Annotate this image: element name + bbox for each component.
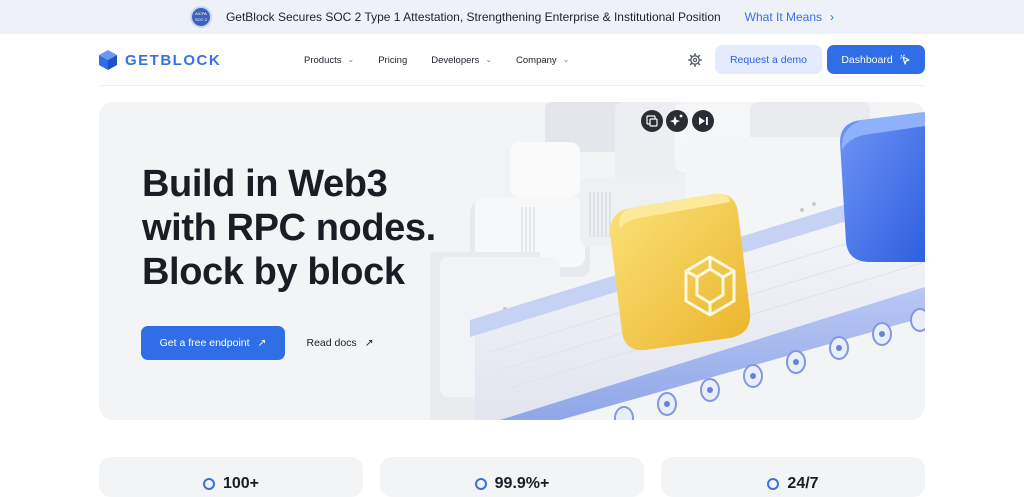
- hero-section: Build in Web3 with RPC nodes. Block by b…: [99, 102, 925, 420]
- nav-company[interactable]: Company ⌄: [516, 55, 569, 66]
- stat-card: 99.9%+: [380, 457, 644, 497]
- soc2-badge-icon: AICPA SOC 2: [189, 6, 212, 28]
- stat-value-row: 24/7: [661, 475, 925, 493]
- media-controls: [641, 110, 714, 132]
- get-free-endpoint-button[interactable]: Get a free endpoint ↗: [141, 326, 285, 360]
- stat-value-row: 99.9%+: [380, 475, 644, 493]
- arrow-up-right-icon: ↗: [257, 337, 267, 349]
- check-circle-icon: [474, 478, 487, 490]
- dashboard-button[interactable]: Dashboard: [827, 45, 925, 74]
- main-nav: Products ⌄ Pricing Developers ⌄ Company …: [304, 40, 593, 80]
- dashboard-label: Dashboard: [841, 53, 893, 66]
- logo[interactable]: GETBLOCK: [99, 50, 221, 70]
- nav-company-label: Company: [516, 54, 557, 66]
- nav-pricing-label: Pricing: [378, 54, 408, 66]
- support-icon: [767, 478, 780, 490]
- chevron-down-icon: ⌄: [562, 54, 570, 64]
- cursor-click-icon: [899, 54, 910, 65]
- get-free-endpoint-label: Get a free endpoint: [159, 337, 250, 349]
- stat-card: 100+: [99, 457, 363, 497]
- nav-developers-label: Developers: [431, 54, 480, 66]
- stat-value: 100+: [222, 475, 260, 492]
- nav-products[interactable]: Products ⌄: [304, 55, 354, 66]
- stat-value: 99.9%+: [494, 475, 550, 492]
- what-it-means-label: What It Means: [744, 10, 823, 24]
- gear-icon[interactable]: [688, 53, 702, 67]
- chevron-right-icon: ›: [830, 10, 835, 24]
- hero-title-line: Build in Web3: [142, 163, 388, 205]
- announcement-bar: AICPA SOC 2 GetBlock Secures SOC 2 Type …: [0, 0, 1024, 34]
- what-it-means-link[interactable]: What It Means ›: [745, 10, 834, 24]
- stat-card: 24/7: [661, 457, 925, 497]
- request-demo-button[interactable]: Request a demo: [715, 45, 822, 74]
- nav-products-label: Products: [304, 54, 342, 66]
- stat-value-row: 100+: [99, 475, 363, 493]
- hero-title: Build in Web3 with RPC nodes. Block by b…: [142, 162, 436, 294]
- arrow-up-right-icon: ↗: [364, 337, 374, 349]
- chevron-down-icon: ⌄: [485, 54, 493, 64]
- stat-value: 24/7: [787, 475, 819, 492]
- read-docs-button[interactable]: Read docs ↗: [295, 326, 385, 360]
- announcement-message: GetBlock Secures SOC 2 Type 1 Attestatio…: [225, 10, 721, 24]
- nav-developers[interactable]: Developers ⌄: [431, 55, 492, 66]
- hero-illustration: [430, 102, 925, 420]
- site-header: GETBLOCK Products ⌄ Pricing Developers ⌄…: [99, 40, 925, 80]
- read-docs-label: Read docs: [306, 337, 357, 349]
- logo-text: GETBLOCK: [125, 51, 222, 69]
- chevron-down-icon: ⌄: [347, 54, 355, 64]
- nav-pricing[interactable]: Pricing: [378, 55, 407, 66]
- logo-cube-icon: [99, 50, 117, 70]
- hero-title-line: with RPC nodes.: [142, 207, 436, 249]
- hero-title-line: Block by block: [142, 251, 405, 293]
- link-icon: [202, 478, 215, 490]
- header-divider: [99, 85, 925, 86]
